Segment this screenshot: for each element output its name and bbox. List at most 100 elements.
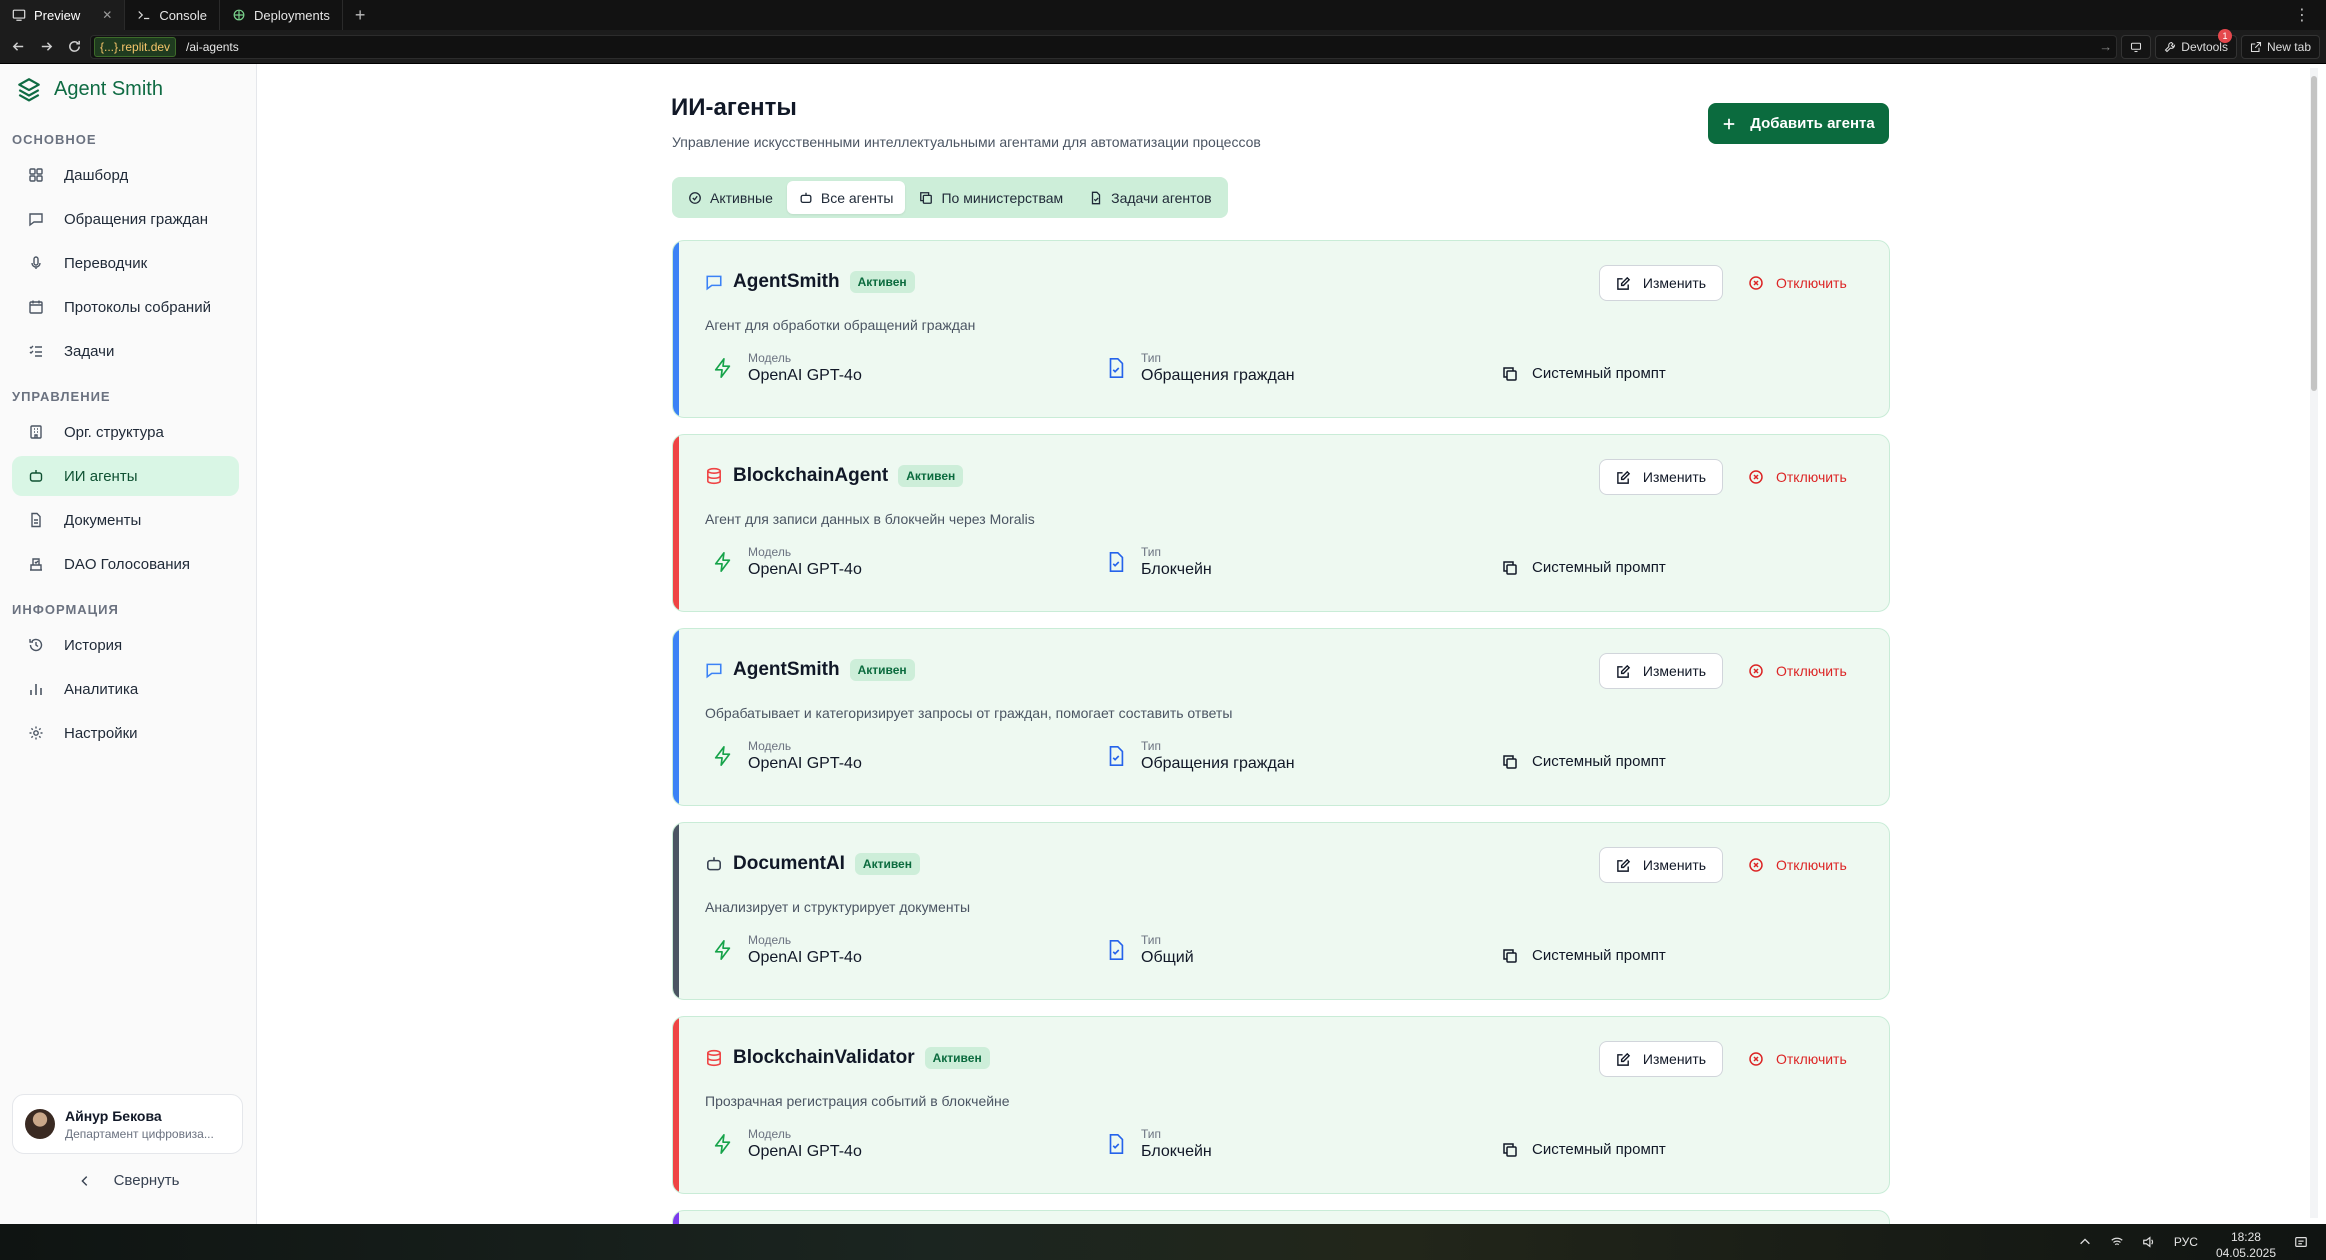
tab-by-ministry[interactable]: По министерствам [907, 181, 1075, 214]
add-agent-label: Добавить агента [1750, 115, 1875, 132]
new-tab-button[interactable]: New tab [2240, 34, 2320, 59]
tab-agent-tasks[interactable]: Задачи агентов [1077, 181, 1223, 214]
filter-tabs: Активные Все агенты По министерствам Зад… [672, 177, 1228, 218]
disable-agent-button[interactable]: Отключить [1736, 265, 1859, 301]
edit-agent-button[interactable]: Изменить [1599, 653, 1723, 689]
avatar [25, 1109, 55, 1139]
agent-name: AgentSmith [733, 271, 840, 292]
agent-description: Обрабатывает и категоризирует запросы от… [705, 705, 1233, 721]
device-toggle-button[interactable] [2121, 34, 2152, 59]
user-profile-card[interactable]: Айнур Бекова Департамент цифровиза... [12, 1094, 243, 1154]
clock-date: 04.05.2025 [2215, 1246, 2276, 1260]
sidebar-item-settings[interactable]: Настройки [12, 713, 239, 753]
monitor-icon [12, 9, 26, 21]
status-badge: Активен [849, 659, 915, 681]
nav-section-title: УПРАВЛЕНИЕ [12, 389, 111, 404]
vertical-scrollbar[interactable] [2310, 68, 2318, 1218]
new-tab-plus-icon[interactable]: + [343, 5, 378, 26]
status-badge: Активен [854, 853, 920, 875]
tab-preview[interactable]: Preview ✕ [0, 0, 126, 30]
tab-all-agents[interactable]: Все агенты [786, 181, 906, 214]
back-icon[interactable] [6, 35, 30, 59]
chevron-up-icon[interactable] [2078, 1235, 2092, 1249]
sidebar-item-label: Аналитика [64, 680, 139, 698]
file-check-icon [1109, 1134, 1124, 1154]
sidebar-item-dao-voting[interactable]: DAO Голосования [12, 544, 239, 584]
sidebar-item-translator[interactable]: Переводчик [12, 243, 239, 283]
system-prompt-button[interactable]: Системный промпт [1502, 559, 1666, 576]
edit-agent-button[interactable]: Изменить [1599, 1041, 1723, 1077]
model-label: Модель [748, 1127, 792, 1141]
sidebar-item-appeals[interactable]: Обращения граждан [12, 199, 239, 239]
disable-agent-button[interactable]: Отключить [1736, 653, 1859, 689]
sidebar-item-label: DAO Голосования [64, 555, 191, 573]
system-prompt-button[interactable]: Системный промпт [1502, 947, 1666, 964]
agent-card: BlockchainAgent Активен Агент для записи… [672, 434, 1890, 612]
sidebar-item-history[interactable]: История [12, 625, 239, 665]
page-title: ИИ-агенты [671, 94, 797, 121]
add-agent-button[interactable]: Добавить агента [1708, 103, 1889, 144]
language-indicator[interactable]: РУС [2174, 1235, 2198, 1249]
collapse-sidebar-button[interactable]: Свернуть [0, 1172, 257, 1189]
edit-icon [1617, 664, 1631, 678]
model-value: OpenAI GPT-4o [748, 561, 862, 578]
system-prompt-button[interactable]: Системный промпт [1502, 1141, 1666, 1158]
tab-active[interactable]: Активные [676, 181, 785, 214]
edit-label: Изменить [1642, 275, 1707, 291]
brand[interactable]: Agent Smith [0, 64, 256, 114]
address-input[interactable]: {...}.replit.dev /ai-agents → [90, 34, 2118, 59]
notification-icon[interactable] [2294, 1235, 2308, 1249]
sidebar-item-meetings[interactable]: Протоколы собраний [12, 287, 239, 327]
card-accent-stripe [673, 241, 679, 417]
sidebar-item-ai-agents[interactable]: ИИ агенты [12, 456, 239, 496]
type-value: Обращения граждан [1141, 367, 1295, 384]
sidebar-item-dashboard[interactable]: Дашборд [12, 155, 239, 195]
disable-agent-button[interactable]: Отключить [1736, 1041, 1859, 1077]
user-info: Айнур Бекова Департамент цифровиза... [65, 1108, 214, 1141]
agent-name: BlockchainValidator [733, 1047, 915, 1068]
reload-icon[interactable] [62, 35, 86, 59]
devtools-button[interactable]: Devtools 1 [2155, 28, 2237, 59]
app-root: Agent Smith ОСНОВНОЕ Дашборд Обращения г… [0, 64, 2326, 1240]
sidebar-item-tasks[interactable]: Задачи [12, 331, 239, 371]
clock[interactable]: 18:28 04.05.2025 [2216, 1229, 2276, 1260]
disable-agent-button[interactable]: Отключить [1736, 847, 1859, 883]
disable-agent-button[interactable]: Отключить [1736, 459, 1859, 495]
type-value: Блокчейн [1141, 1143, 1212, 1160]
close-icon[interactable]: ✕ [102, 8, 112, 22]
notification-badge: 1 [2217, 28, 2232, 43]
agent-model: Модель OpenAI GPT-4o [712, 739, 862, 773]
deploy-icon [233, 9, 245, 21]
sidebar-item-documents[interactable]: Документы [12, 500, 239, 540]
more-vertical-icon[interactable]: ⋮ [2294, 5, 2310, 25]
wifi-icon[interactable] [2110, 1235, 2124, 1249]
database-icon [705, 467, 723, 485]
tab-console[interactable]: Console [125, 0, 221, 30]
sidebar-item-org-structure[interactable]: Орг. структура [12, 412, 239, 452]
agent-header: BlockchainValidator Активен [705, 1047, 990, 1069]
edit-label: Изменить [1642, 1051, 1707, 1067]
arrow-right-icon[interactable]: → [2099, 39, 2112, 54]
tab-deployments[interactable]: Deployments [220, 0, 343, 30]
x-circle-icon [1749, 470, 1763, 484]
page-subtitle: Управление искусственными интеллектуальн… [672, 134, 1261, 150]
tab-label: Активные [710, 189, 773, 206]
monitor-icon [2131, 42, 2142, 52]
forward-icon[interactable] [34, 35, 58, 59]
system-prompt-button[interactable]: Системный промпт [1502, 365, 1666, 382]
edit-agent-button[interactable]: Изменить [1599, 847, 1723, 883]
model-label: Модель [748, 351, 792, 365]
file-check-icon [1091, 191, 1101, 204]
layers-icon [18, 78, 40, 102]
sidebar: Agent Smith ОСНОВНОЕ Дашборд Обращения г… [0, 64, 257, 1224]
sidebar-item-analytics[interactable]: Аналитика [12, 669, 239, 709]
scrollbar-thumb[interactable] [2311, 76, 2317, 391]
copy-icon [1503, 560, 1517, 575]
volume-icon[interactable] [2142, 1235, 2156, 1249]
edit-agent-button[interactable]: Изменить [1599, 265, 1723, 301]
status-badge: Активен [924, 1047, 990, 1069]
edit-agent-button[interactable]: Изменить [1599, 459, 1723, 495]
agent-type: Тип Блокчейн [1105, 1127, 1212, 1161]
system-prompt-button[interactable]: Системный промпт [1502, 753, 1666, 770]
nav-section-title: ИНФОРМАЦИЯ [12, 602, 119, 617]
